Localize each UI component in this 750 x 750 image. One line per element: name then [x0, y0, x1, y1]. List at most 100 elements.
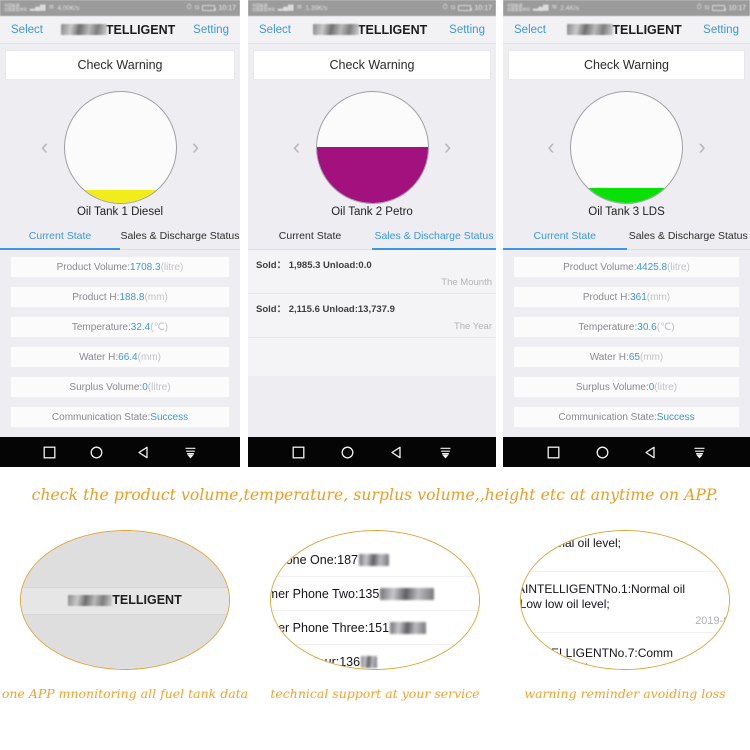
android-nav-bar-2 [248, 437, 496, 467]
customer-phone-row[interactable]: tomer Phone Four:136 [270, 645, 479, 669]
sales-row[interactable]: Sold： 1,985.3 Unload:0.0 The Mounth [248, 250, 496, 294]
tab-current-state-3[interactable]: Current State [503, 226, 627, 249]
status-bar-3: 中国联通 仅限紧急呼叫 ▂▄▆ ≋ 2.4K/s ⏱ ⧅ 10:17 [503, 0, 750, 16]
tab-sales-status-3[interactable]: Sales & Discharge Status [627, 226, 750, 249]
chevron-right-icon[interactable]: › [689, 136, 715, 158]
feature-card-3: rmal oil level; 2019-09-11 FCAINTELLIGENTN… [500, 522, 750, 750]
current-state-list-3: Product Volume: 4425.8 (litre) Product H: 36… [503, 250, 750, 428]
state-row[interactable]: Temperature: 32.4 (℃) [10, 316, 230, 338]
masked-brand-prefix [567, 24, 614, 35]
state-row[interactable]: Communication State: Success [10, 406, 230, 428]
warning-row[interactable]: FCAINTELLIGENTNo.1:Normal oil vel;Low lo… [521, 579, 729, 633]
carrier-label-2: 中国联通 仅限紧急呼叫 [252, 2, 275, 12]
state-row[interactable]: Product Volume: 4425.8 (litre) [513, 256, 740, 278]
tab-current-state-1[interactable]: Current State [0, 226, 120, 249]
hide-keyboard-icon[interactable] [439, 446, 452, 459]
setting-button[interactable]: Setting [193, 24, 229, 36]
masked-brand-prefix [60, 24, 107, 35]
tank-gauge-1 [63, 90, 177, 204]
sales-row-period: The Mounth [441, 277, 492, 288]
chevron-left-icon[interactable]: ‹ [284, 136, 310, 158]
app-brand-logo-1: TELLIGENT [60, 23, 175, 37]
sales-row-text: Sold： 2,115.6 Unload:13,737.9 [256, 304, 395, 315]
select-button[interactable]: Select [259, 24, 291, 36]
state-row[interactable]: Temperature: 30.6 (℃) [513, 316, 740, 338]
masked-phone-number [361, 655, 378, 668]
tab-bar-3: Current State Sales & Discharge Status [503, 226, 750, 250]
state-row-label: Product H: [72, 291, 120, 303]
network-speed-2: 1.39K/s [305, 4, 328, 12]
chevron-right-icon[interactable]: › [435, 136, 461, 158]
tank-fill-level-2 [316, 147, 428, 203]
customer-phone-row[interactable]: Customer Phone Three:151 [271, 611, 479, 645]
hide-keyboard-icon[interactable] [184, 446, 197, 459]
customer-phone-label: tomer Phone Four:136 [270, 654, 361, 669]
state-row-value: 361 [630, 291, 647, 303]
state-row-value: Success [150, 411, 189, 423]
main-caption: check the product volume,temperature, su… [31, 485, 719, 504]
customer-phone-label: Customer Phone Two:135 [271, 586, 380, 601]
check-warning-button-2[interactable]: Check Warning [253, 50, 491, 80]
state-row[interactable]: Surplus Volume: 0 (litre) [513, 376, 740, 398]
state-row-label: Temperature: [578, 321, 638, 333]
wifi-icon: ≋ [296, 4, 303, 11]
tab-sales-status-1[interactable]: Sales & Discharge Status [120, 226, 240, 249]
chevron-left-icon[interactable]: ‹ [538, 136, 564, 158]
state-row-label: Surplus Volume: [69, 381, 143, 393]
state-row[interactable]: Communication State: Success [513, 406, 740, 428]
state-row[interactable]: Surplus Volume: 0 (litre) [10, 376, 230, 398]
chevron-right-icon[interactable]: › [183, 136, 209, 158]
select-button[interactable]: Select [11, 24, 43, 36]
state-row[interactable]: Water H: 65 (mm) [513, 346, 740, 368]
state-row[interactable]: Product H: 188.8 (mm) [10, 286, 230, 308]
recents-square-icon[interactable] [547, 446, 560, 459]
warning-row[interactable]: NTELLIGENTNo.7:Comm al oil level; [521, 643, 729, 669]
recents-square-icon[interactable] [43, 446, 56, 459]
wifi-icon: ≋ [551, 4, 558, 11]
customer-phone-row[interactable]: tomer Phone One:187 [271, 543, 479, 577]
check-warning-button-1[interactable]: Check Warning [5, 50, 235, 80]
home-circle-icon[interactable] [341, 446, 354, 459]
customer-phone-row[interactable]: Customer Phone Two:135 [271, 577, 479, 611]
state-row[interactable]: Product Volume: 1708.3 (litre) [10, 256, 230, 278]
back-triangle-icon[interactable] [390, 446, 403, 459]
alarm-icon: ⏱ [442, 4, 449, 11]
tab-bar-1: Current State Sales & Discharge Status [0, 226, 240, 250]
carrier-label-3: 中国联通 仅限紧急呼叫 [507, 2, 530, 12]
state-row-label: Product Volume: [563, 261, 637, 273]
home-circle-icon[interactable] [596, 446, 609, 459]
tab-current-state-2[interactable]: Current State [248, 226, 372, 249]
card-brand-logo: TELLIGENT [68, 593, 182, 607]
check-warning-button-3[interactable]: Check Warning [508, 50, 745, 80]
sales-row[interactable]: Sold： 2,115.6 Unload:13,737.9 The Year [248, 294, 496, 338]
card-caption-2: technical support at your service [270, 686, 480, 701]
customer-phone-list: tomer Phone One:187 Customer Phone Two:13… [271, 531, 479, 669]
hide-keyboard-icon[interactable] [693, 446, 706, 459]
select-button[interactable]: Select [514, 24, 546, 36]
chevron-left-icon[interactable]: ‹ [32, 136, 58, 158]
vibrate-icon: ⧅ [451, 4, 456, 11]
page-root: 中国联通 仅限紧急呼叫 ▂▄▆ ≋ 4.00K/s ⏱ ⧅ 10:17 Sele… [0, 0, 750, 750]
tank-gauge-3 [570, 90, 683, 204]
signal-icon: ▂▄▆ [29, 4, 46, 11]
back-triangle-icon[interactable] [137, 446, 150, 459]
back-triangle-icon[interactable] [644, 446, 657, 459]
tab-sales-status-2[interactable]: Sales & Discharge Status [372, 226, 496, 249]
phone-screen-2: 中国联通 仅限紧急呼叫 ▂▄▆ ≋ 1.39K/s ⏱ ⧅ 10:17 Sele… [248, 0, 496, 467]
current-state-list-1: Product Volume: 1708.3 (litre) Product H: 18… [0, 250, 240, 428]
status-bar-2: 中国联通 仅限紧急呼叫 ▂▄▆ ≋ 1.39K/s ⏱ ⧅ 10:17 [248, 0, 496, 16]
home-circle-icon[interactable] [90, 446, 103, 459]
warning-row[interactable]: rmal oil level; 2019-09-11 [521, 533, 729, 572]
state-row[interactable]: Water H: 66.4 (mm) [10, 346, 230, 368]
tank-fill-level-3 [571, 188, 682, 203]
recents-square-icon[interactable] [292, 446, 305, 459]
clock-1: 10:17 [218, 4, 236, 12]
brand-suffix-2: TELLIGENT [357, 22, 428, 37]
phone-screenshot-row: 中国联通 仅限紧急呼叫 ▂▄▆ ≋ 4.00K/s ⏱ ⧅ 10:17 Sele… [0, 0, 750, 467]
setting-button[interactable]: Setting [449, 24, 485, 36]
feature-card-1: TELLIGENT one APP mnonitoring all fuel t… [0, 522, 250, 750]
state-row-unit: (litre) [160, 261, 184, 273]
state-row[interactable]: Product H: 361 (mm) [513, 286, 740, 308]
state-row-value: 66.4 [118, 351, 138, 363]
setting-button[interactable]: Setting [703, 24, 739, 36]
